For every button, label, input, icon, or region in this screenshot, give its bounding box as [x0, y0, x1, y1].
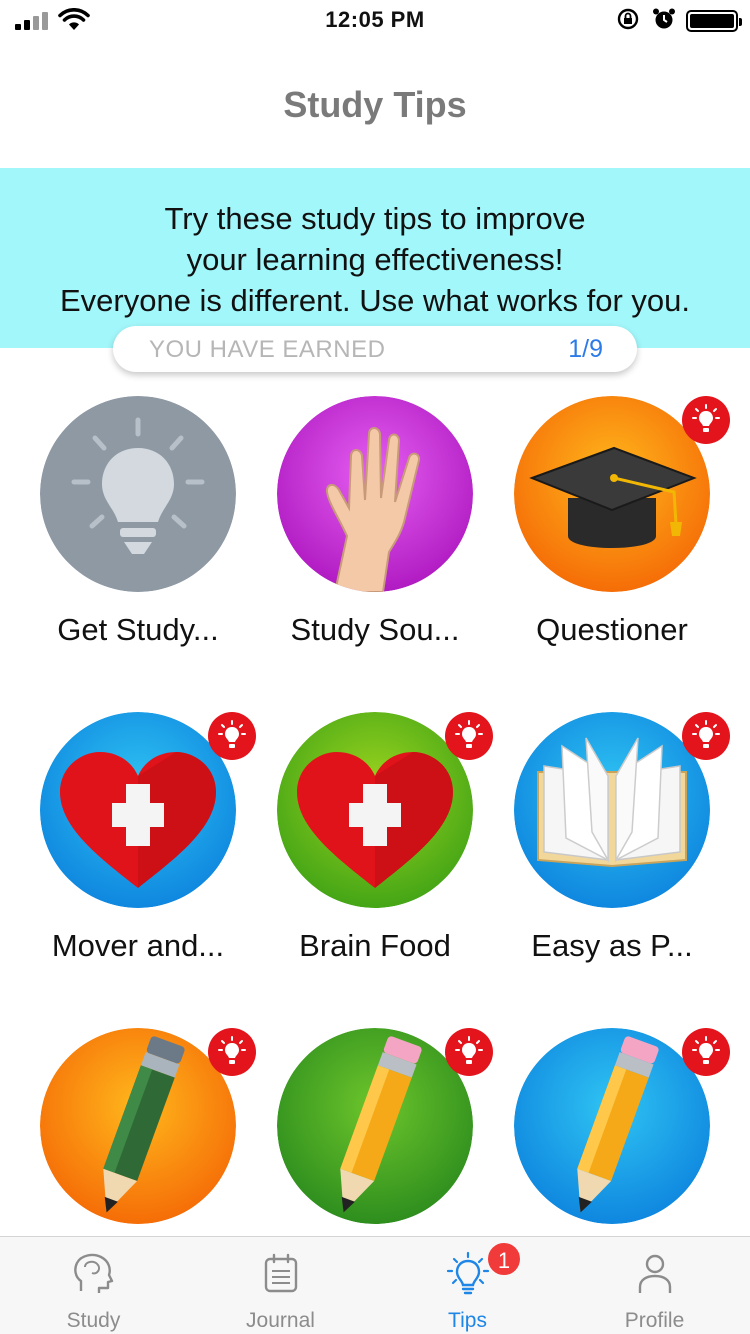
pencil-icon — [514, 1028, 710, 1224]
tab-label: Journal — [246, 1309, 315, 1332]
new-tip-badge-icon — [445, 1028, 493, 1076]
book-icon — [514, 712, 710, 908]
tip-label: Study Sou... — [290, 612, 460, 647]
tip-brain-food[interactable]: Brain Food — [257, 712, 493, 1012]
person-icon — [638, 1254, 672, 1293]
tab-label: Tips — [448, 1309, 487, 1332]
tip-label: Questioner — [536, 612, 688, 647]
new-tip-badge-icon — [208, 1028, 256, 1076]
heart-cross-icon — [40, 712, 236, 908]
tip-mover[interactable]: Mover and... — [20, 712, 256, 1012]
banner-line: Try these study tips to improve — [164, 201, 586, 236]
tip-questioner[interactable]: Questioner — [494, 396, 730, 696]
graduation-cap-icon — [514, 396, 710, 592]
new-tip-badge-icon — [682, 712, 730, 760]
hand-icon — [277, 396, 473, 592]
battery-icon — [686, 10, 742, 32]
pencil-icon — [277, 1028, 473, 1224]
page-title: Study Tips — [283, 84, 467, 125]
earned-label: YOU HAVE EARNED — [149, 336, 386, 363]
tip-label: Mover and... — [51, 928, 225, 963]
tab-profile[interactable]: Profile — [561, 1237, 748, 1334]
tab-tips[interactable]: 1 Tips — [374, 1237, 561, 1334]
tip-get-study[interactable]: Get Study... — [20, 396, 256, 696]
journal-icon — [264, 1253, 298, 1293]
earned-progress-pill: YOU HAVE EARNED 1/9 — [113, 326, 637, 372]
tip-study-sou[interactable]: Study Sou... — [257, 396, 493, 696]
tip-label: Brain Food — [299, 928, 451, 963]
tab-label: Profile — [624, 1309, 685, 1332]
new-tip-badge-icon — [682, 1028, 730, 1076]
heart-cross-icon — [277, 712, 473, 908]
status-bar: 12:05 PM — [0, 0, 750, 40]
alarm-icon — [653, 8, 675, 29]
tip-easy-as[interactable]: Easy as P... — [494, 712, 730, 1012]
lightbulb-icon — [446, 1251, 490, 1295]
lightbulb-icon — [40, 396, 236, 592]
intro-banner: Try these study tips to improve your lea… — [0, 168, 750, 348]
rotation-lock-icon — [617, 8, 639, 30]
banner-line: Everyone is different. Use what works fo… — [59, 283, 691, 318]
new-tip-badge-icon — [682, 396, 730, 444]
pencil-icon — [40, 1028, 236, 1224]
tip-label: Easy as P... — [531, 928, 693, 963]
banner-text: Try these study tips to improve your lea… — [0, 198, 750, 321]
notification-badge: 1 — [486, 1241, 522, 1277]
tab-study[interactable]: Study — [0, 1237, 187, 1334]
head-icon — [74, 1253, 114, 1293]
earned-count: 1/9 — [568, 335, 603, 363]
new-tip-badge-icon — [208, 712, 256, 760]
tab-label: Study — [66, 1309, 121, 1332]
tip-label: Get Study... — [57, 612, 219, 647]
tab-journal[interactable]: Journal — [187, 1237, 374, 1334]
new-tip-badge-icon — [445, 712, 493, 760]
banner-line: your learning effectiveness! — [186, 242, 564, 277]
tab-bar: Study Journal 1 Tips Profile — [0, 1236, 750, 1334]
